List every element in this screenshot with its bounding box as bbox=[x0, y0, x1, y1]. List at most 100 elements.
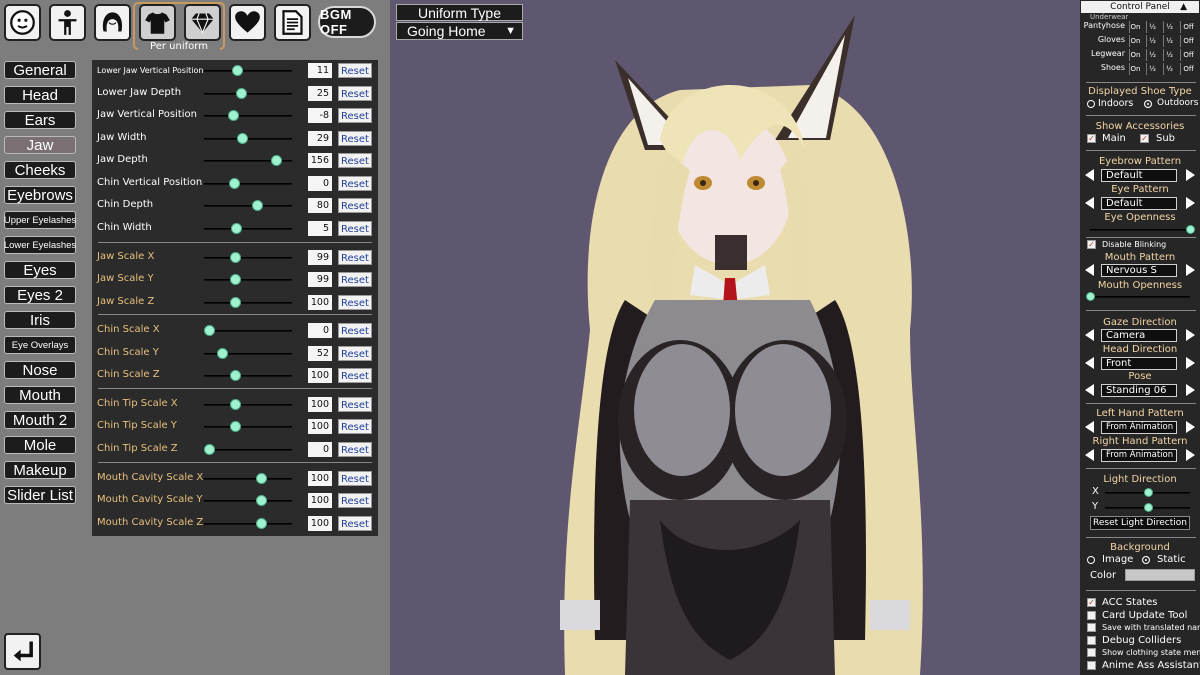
slider-track[interactable] bbox=[204, 404, 292, 406]
slider-value-input[interactable]: 100 bbox=[308, 471, 332, 486]
clothing-state-option[interactable]: On bbox=[1129, 49, 1141, 61]
slider-track[interactable] bbox=[204, 302, 292, 304]
plugin-checkbox[interactable] bbox=[1087, 660, 1096, 670]
slider-track[interactable] bbox=[204, 257, 292, 259]
plugin-checkbox[interactable] bbox=[1087, 648, 1096, 657]
reset-button[interactable]: Reset bbox=[338, 86, 372, 101]
gaze-direction-value[interactable]: Camera bbox=[1101, 329, 1177, 342]
reset-button[interactable]: Reset bbox=[338, 493, 372, 508]
slider-track[interactable] bbox=[204, 330, 292, 332]
nav-item-nose[interactable]: Nose bbox=[4, 361, 76, 379]
uniform-type-dropdown[interactable]: Going Home ▼ bbox=[396, 22, 523, 40]
control-panel-title[interactable]: Control Panel ▲ bbox=[1081, 1, 1199, 13]
slider-track[interactable] bbox=[204, 375, 292, 377]
slider-knob[interactable] bbox=[216, 348, 228, 359]
plugin-checkbox[interactable] bbox=[1087, 635, 1096, 645]
nav-item-head[interactable]: Head bbox=[4, 86, 76, 104]
plugin-checkbox[interactable] bbox=[1087, 610, 1096, 620]
prev-arrow-icon[interactable] bbox=[1085, 264, 1094, 276]
left-hand-value[interactable]: From Animation bbox=[1101, 421, 1177, 434]
slider-track[interactable] bbox=[204, 205, 292, 207]
light-y-knob[interactable] bbox=[1143, 503, 1153, 512]
light-x-knob[interactable] bbox=[1143, 488, 1153, 497]
clothing-state-option[interactable]: ½ bbox=[1163, 35, 1175, 47]
reset-button[interactable]: Reset bbox=[338, 442, 372, 457]
acc-sub-checkbox[interactable]: ✓ bbox=[1140, 134, 1149, 143]
slider-knob[interactable] bbox=[228, 178, 240, 189]
nav-item-lower-eyelashes[interactable]: Lower Eyelashes bbox=[4, 236, 76, 254]
reset-button[interactable]: Reset bbox=[338, 471, 372, 486]
next-arrow-icon[interactable] bbox=[1186, 384, 1195, 396]
slider-value-input[interactable]: 52 bbox=[308, 346, 332, 361]
reset-button[interactable]: Reset bbox=[338, 295, 372, 310]
prev-arrow-icon[interactable] bbox=[1085, 197, 1094, 209]
eyebrow-pattern-value[interactable]: Default bbox=[1101, 169, 1177, 182]
slider-value-input[interactable]: 5 bbox=[308, 221, 332, 236]
slider-value-input[interactable]: 100 bbox=[308, 397, 332, 412]
nav-item-eyebrows[interactable]: Eyebrows bbox=[4, 186, 76, 204]
reset-button[interactable]: Reset bbox=[338, 176, 372, 191]
reset-button[interactable]: Reset bbox=[338, 323, 372, 338]
prev-arrow-icon[interactable] bbox=[1085, 169, 1094, 181]
slider-knob[interactable] bbox=[235, 88, 247, 99]
slider-knob[interactable] bbox=[230, 223, 242, 234]
slider-knob[interactable] bbox=[229, 421, 241, 432]
head-direction-value[interactable]: Front bbox=[1101, 357, 1177, 370]
nav-item-jaw[interactable]: Jaw bbox=[4, 136, 76, 154]
character-viewport[interactable] bbox=[390, 0, 1078, 675]
slider-track[interactable] bbox=[204, 449, 292, 451]
slider-knob[interactable] bbox=[229, 252, 241, 263]
clothing-state-option[interactable]: On bbox=[1129, 21, 1141, 33]
nav-item-eyes[interactable]: Eyes bbox=[4, 261, 76, 279]
slider-value-input[interactable]: 100 bbox=[308, 516, 332, 531]
reset-button[interactable]: Reset bbox=[338, 397, 372, 412]
nav-item-makeup[interactable]: Makeup bbox=[4, 461, 76, 479]
shirt-icon[interactable] bbox=[139, 4, 176, 41]
bg-static-radio[interactable] bbox=[1142, 556, 1150, 564]
diamond-icon[interactable] bbox=[184, 4, 221, 41]
slider-track[interactable] bbox=[204, 523, 292, 525]
nav-item-general[interactable]: General bbox=[4, 61, 76, 79]
slider-value-input[interactable]: 29 bbox=[308, 131, 332, 146]
slider-value-input[interactable]: 100 bbox=[308, 493, 332, 508]
clothing-state-option[interactable]: ½ bbox=[1146, 21, 1158, 33]
slider-knob[interactable] bbox=[271, 155, 283, 166]
mouth-openness-knob[interactable] bbox=[1086, 292, 1095, 301]
slider-track[interactable] bbox=[204, 115, 292, 117]
prev-arrow-icon[interactable] bbox=[1085, 421, 1094, 433]
reset-button[interactable]: Reset bbox=[338, 250, 372, 265]
back-button[interactable] bbox=[4, 633, 41, 670]
mouth-openness-track[interactable] bbox=[1090, 296, 1190, 298]
slider-knob[interactable] bbox=[204, 325, 216, 336]
slider-track[interactable] bbox=[204, 228, 292, 230]
slider-value-input[interactable]: 99 bbox=[308, 250, 332, 265]
disable-blinking-checkbox[interactable]: ✓ bbox=[1087, 240, 1096, 249]
reset-button[interactable]: Reset bbox=[338, 221, 372, 236]
nav-item-mouth[interactable]: Mouth bbox=[4, 386, 76, 404]
slider-knob[interactable] bbox=[229, 274, 241, 285]
clothing-state-option[interactable]: ½ bbox=[1146, 35, 1158, 47]
next-arrow-icon[interactable] bbox=[1186, 264, 1195, 276]
plugin-checkbox[interactable]: ✓ bbox=[1087, 598, 1096, 607]
slider-knob[interactable] bbox=[229, 399, 241, 410]
background-color-swatch[interactable] bbox=[1125, 569, 1195, 581]
slider-track[interactable] bbox=[204, 478, 292, 480]
prev-arrow-icon[interactable] bbox=[1085, 329, 1094, 341]
outdoors-radio[interactable] bbox=[1144, 100, 1152, 108]
bg-image-radio[interactable] bbox=[1087, 556, 1095, 564]
nav-item-mouth-2[interactable]: Mouth 2 bbox=[4, 411, 76, 429]
nav-item-ears[interactable]: Ears bbox=[4, 111, 76, 129]
slider-track[interactable] bbox=[204, 93, 292, 95]
nav-item-eye-overlays[interactable]: Eye Overlays bbox=[4, 336, 76, 354]
clothing-state-option[interactable]: Off bbox=[1180, 63, 1196, 75]
reset-button[interactable]: Reset bbox=[338, 108, 372, 123]
clothing-state-option[interactable]: Off bbox=[1180, 21, 1196, 33]
next-arrow-icon[interactable] bbox=[1186, 357, 1195, 369]
slider-value-input[interactable]: 156 bbox=[308, 153, 332, 168]
slider-value-input[interactable]: 100 bbox=[308, 295, 332, 310]
clothing-state-option[interactable]: On bbox=[1129, 63, 1141, 75]
slider-value-input[interactable]: 0 bbox=[308, 442, 332, 457]
slider-knob[interactable] bbox=[232, 65, 244, 76]
slider-knob[interactable] bbox=[204, 444, 216, 455]
prev-arrow-icon[interactable] bbox=[1085, 357, 1094, 369]
